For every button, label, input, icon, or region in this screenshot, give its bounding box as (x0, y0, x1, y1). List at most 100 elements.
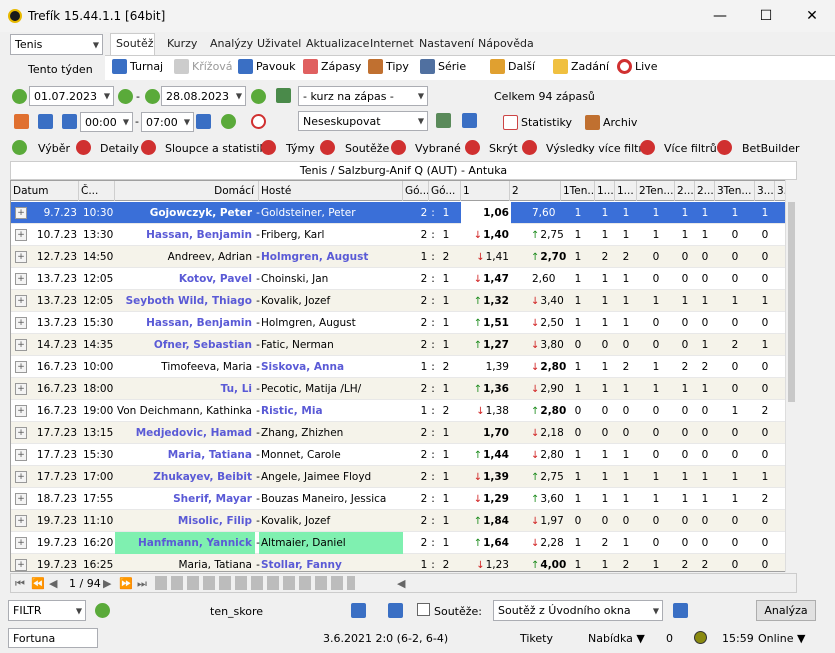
expand-row-icon[interactable]: + (15, 339, 27, 351)
nabidka-dropdown[interactable]: Nabídka ▼ (588, 632, 645, 645)
filter-souteze[interactable]: Soutěže (345, 142, 389, 155)
remove-icon[interactable] (522, 140, 537, 155)
group-select[interactable]: Neseskupovat ▼ (298, 111, 428, 131)
statistiky-button[interactable]: Statistiky (503, 115, 572, 130)
col-domaci[interactable]: Domácí (115, 181, 259, 201)
kurz-select[interactable]: - kurz na zápas - ▼ (298, 86, 428, 106)
menu-internet[interactable]: Internet (370, 37, 414, 50)
table-row[interactable]: +17.7.23 13:15 Medjedovic, Hamad Zhang, Zhi… (11, 422, 796, 444)
calendar-day-icon[interactable] (14, 114, 29, 129)
check-icon[interactable] (95, 603, 110, 618)
filter-vyber[interactable]: Výběr (38, 142, 70, 155)
analyza-button[interactable]: Analýza (756, 600, 816, 621)
help-icon[interactable] (388, 603, 403, 618)
table-row[interactable]: +17.7.23 15:30 Maria, Tatiana Monnet, Carol… (11, 444, 796, 466)
remove-icon[interactable] (261, 140, 276, 155)
vertical-scrollbar[interactable] (785, 180, 797, 572)
arrow-left-icon[interactable] (351, 603, 366, 618)
table-row[interactable]: +13.7.23 12:05 Seyboth Wild, Thiago Kovalik… (11, 290, 796, 312)
prev-record-icon[interactable]: ◀ (49, 577, 57, 590)
bar-chart-icon[interactable] (462, 113, 477, 128)
maximize-button[interactable]: ☐ (743, 0, 789, 32)
remove-icon[interactable] (717, 140, 732, 155)
apply-icon[interactable] (276, 88, 291, 103)
table-row[interactable]: +13.7.23 15:30 Hassan, Benjamin Holmgren, A… (11, 312, 796, 334)
col-odd2[interactable]: 2 (510, 181, 561, 201)
menu-napoveda[interactable]: Nápověda (478, 37, 534, 50)
clock-icon[interactable] (251, 114, 266, 129)
last-record-icon[interactable]: ⏭ (137, 577, 147, 591)
col-odd1[interactable]: 1 (461, 181, 510, 201)
table-row[interactable]: +16.7.23 19:00 Von Deichmann, Kathinka Rist… (11, 400, 796, 422)
time-from-field[interactable]: 00:00 ▼ (80, 112, 133, 132)
filtr-select[interactable]: FILTR ▼ (8, 600, 86, 621)
tikety-label[interactable]: Tikety (520, 632, 553, 645)
table-row[interactable]: +17.7.23 17:00 Zhukayev, Beibit Angele, Jai… (11, 466, 796, 488)
confirm-icon[interactable] (221, 114, 236, 129)
zapasy-button[interactable]: Zápasy (303, 59, 361, 74)
date-from-field[interactable]: 01.07.2023 ▼ (29, 86, 114, 106)
expand-row-icon[interactable]: + (15, 515, 27, 527)
expand-row-icon[interactable]: + (15, 295, 27, 307)
col-2b[interactable]: 2... (695, 181, 715, 201)
menu-analyzy[interactable]: Analýzy (210, 37, 253, 50)
col-goly1[interactable]: Gó... (403, 181, 429, 201)
menu-kurzy[interactable]: Kurzy (167, 37, 197, 50)
time-to-field[interactable]: 07:00 ▼ (141, 112, 194, 132)
tipy-button[interactable]: Tipy (368, 59, 409, 74)
nav-buttons[interactable] (155, 576, 355, 590)
serie-button[interactable]: Série (420, 59, 466, 74)
remove-icon[interactable] (141, 140, 156, 155)
col-cas[interactable]: Č... (79, 181, 115, 201)
dalsi-button[interactable]: Další (490, 59, 535, 74)
week-label[interactable]: Tento týden (28, 63, 93, 76)
menu-nastaveni[interactable]: Nastavení (419, 37, 474, 50)
col-datum[interactable]: Datum (11, 181, 79, 201)
table-row[interactable]: +10.7.23 13:30 Hassan, Benjamin Friberg, Ka… (11, 224, 796, 246)
expand-row-icon[interactable]: + (15, 317, 27, 329)
krizova-button[interactable]: Křížová (174, 59, 233, 74)
next-page-icon[interactable]: ⏩ (119, 577, 133, 590)
remove-icon[interactable] (391, 140, 406, 155)
expand-row-icon[interactable]: + (15, 273, 27, 285)
remove-icon[interactable] (640, 140, 655, 155)
next-record-icon[interactable]: ▶ (103, 577, 111, 590)
table-row[interactable]: +13.7.23 12:05 Kotov, Pavel Choinski, Jan - 2… (11, 268, 796, 290)
first-icon[interactable] (62, 114, 77, 129)
last-icon[interactable] (196, 114, 211, 129)
table-row[interactable]: +19.7.23 11:10 Misolic, Filip Kovalik, Joze… (11, 510, 796, 532)
archiv-button[interactable]: Archiv (585, 115, 637, 130)
table-row[interactable]: +16.7.23 18:00 Tu, Li Pecotic, Matija /LH/-… (11, 378, 796, 400)
expand-row-icon[interactable]: + (15, 493, 27, 505)
minimize-button[interactable]: — (697, 0, 743, 32)
filter-vice[interactable]: Více filtrů (664, 142, 717, 155)
pavouk-button[interactable]: Pavouk (238, 59, 295, 74)
menu-soutez[interactable]: Soutěž (116, 37, 154, 50)
prev-date-to-icon[interactable] (145, 89, 160, 104)
col-2a[interactable]: 2... (675, 181, 695, 201)
first-record-icon[interactable]: ⏮ (15, 577, 25, 591)
expand-row-icon[interactable]: + (15, 251, 27, 263)
expand-row-icon[interactable]: + (15, 207, 27, 219)
zadani-button[interactable]: Zadání (553, 59, 609, 74)
menu-uzivatel[interactable]: Uživatel (257, 37, 301, 50)
remove-icon[interactable] (465, 140, 480, 155)
table-row[interactable]: +18.7.23 17:55 Sherif, Mayar Bouzas Maneiro… (11, 488, 796, 510)
col-1ten[interactable]: 1Ten... (561, 181, 595, 201)
expand-row-icon[interactable]: + (15, 427, 27, 439)
expand-row-icon[interactable]: + (15, 361, 27, 373)
expand-row-icon[interactable]: + (15, 229, 27, 241)
scroll-thumb[interactable] (788, 202, 795, 402)
filter-vysledky[interactable]: Výsledky více filtrů (546, 142, 650, 155)
col-2ten[interactable]: 2Ten... (637, 181, 675, 201)
next-date-icon[interactable] (118, 89, 133, 104)
live-button[interactable]: Live (617, 59, 657, 74)
table-row[interactable]: +14.7.23 14:35 Ofner, Sebastian Fatic, Nerm… (11, 334, 796, 356)
table-row[interactable]: +12.7.23 14:50 Andreev, Adrian Holmgren, Au… (11, 246, 796, 268)
menu-aktualizace[interactable]: Aktualizace (306, 37, 369, 50)
expand-row-icon[interactable]: + (15, 383, 27, 395)
filter-sloupce[interactable]: Sloupce a statistiky (165, 142, 272, 155)
expand-row-icon[interactable]: + (15, 537, 27, 549)
expand-row-icon[interactable]: + (15, 405, 27, 417)
filter-skryt[interactable]: Skrýt (489, 142, 518, 155)
